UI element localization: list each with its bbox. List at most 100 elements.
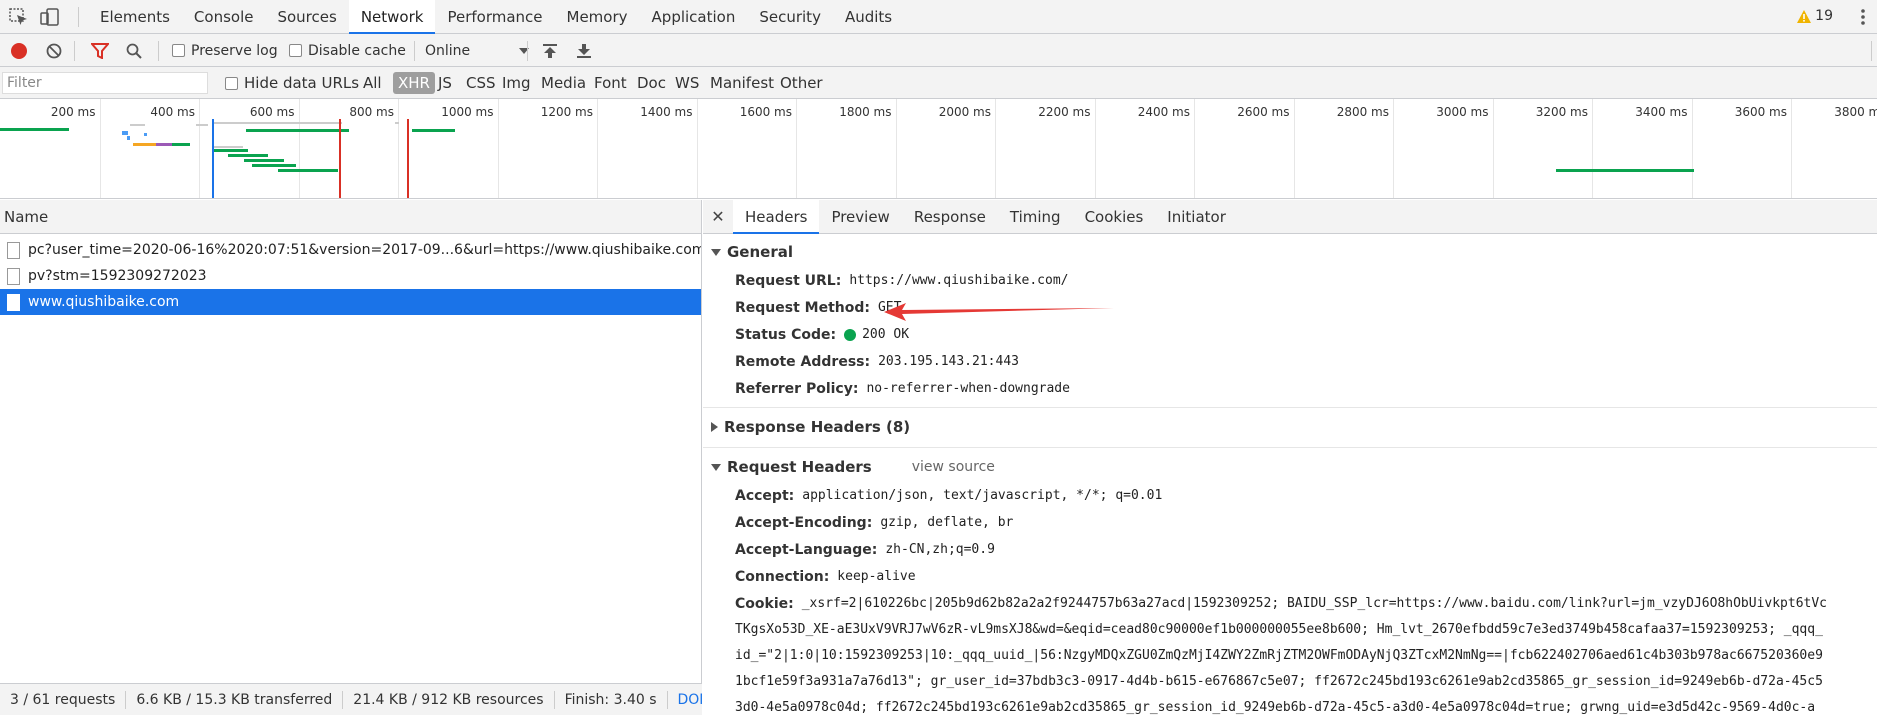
detail-tab-headers[interactable]: Headers (733, 200, 820, 234)
filter-type-manifest[interactable]: Manifest (705, 72, 779, 94)
cookie-line: id_="2|1:0|10:1592309253|10:_qqq_uuid_|5… (735, 648, 1823, 663)
view-source-link[interactable]: view source (912, 459, 995, 475)
detail-tab-preview[interactable]: Preview (819, 200, 901, 234)
finish-time: Finish: 3.40 s (555, 690, 668, 709)
tab-application[interactable]: Application (640, 0, 748, 34)
preserve-log-label: Preserve log (191, 42, 278, 59)
device-toolbar-icon[interactable] (40, 8, 60, 26)
timeline-bar (395, 122, 399, 124)
load-marker (407, 119, 409, 198)
tab-elements[interactable]: Elements (88, 0, 182, 34)
request-name: www.qiushibaike.com (28, 294, 180, 310)
throttling-select[interactable]: Online (425, 34, 530, 67)
warning-icon (1797, 9, 1812, 23)
warning-counter[interactable]: 19 (1797, 8, 1833, 24)
search-button[interactable] (126, 34, 142, 67)
timeline-bar (228, 154, 268, 157)
request-list-panel: Name pc?user_time=2020-06-16%2020:07:51&… (0, 200, 702, 715)
preserve-log-checkbox[interactable]: Preserve log (172, 34, 278, 67)
throttling-value: Online (425, 42, 471, 59)
document-icon (7, 267, 20, 285)
timeline-overview[interactable]: 200 ms 400 ms 600 ms 800 ms 1000 ms 1200 ms 14… (0, 99, 1877, 199)
transferred-size: 6.6 KB / 15.3 KB transferred (126, 690, 344, 709)
tab-console[interactable]: Console (182, 0, 266, 34)
filter-toggle-button[interactable] (91, 34, 109, 67)
timeline-bars (0, 119, 1694, 198)
header-row: Remote Address: 203.195.143.21:443 (703, 348, 1877, 375)
timeline-bar (196, 124, 208, 126)
header-row: Accept: application/json, text/javascript… (703, 482, 1877, 509)
timeline-bar (144, 133, 147, 136)
detail-tab-response[interactable]: Response (902, 200, 998, 234)
request-headers-toggle[interactable]: Request Headers view source (703, 452, 1877, 482)
detail-tab-initiator[interactable]: Initiator (1155, 200, 1238, 234)
filter-type-css[interactable]: CSS (461, 72, 501, 94)
header-row: Status Code: 200 OK (703, 321, 1877, 348)
header-row: Cookie: _xsrf=2|610226bc|205b9d62b82a2a2f… (703, 590, 1877, 617)
tab-network[interactable]: Network (348, 0, 436, 34)
triangle-down-icon (711, 463, 721, 471)
filter-type-img[interactable]: Img (497, 72, 536, 94)
request-row[interactable]: www.qiushibaike.com (0, 289, 701, 315)
filter-type-doc[interactable]: Doc (632, 72, 671, 94)
filter-bar: Hide data URLs All XHRJSCSSImgMediaFontDo… (0, 67, 1877, 99)
request-row[interactable]: pc?user_time=2020-06-16%2020:07:51&versi… (0, 237, 701, 263)
header-value: gzip, deflate, br (880, 515, 1014, 530)
network-toolbar: Preserve log Disable cache Online (0, 34, 1877, 67)
tab-memory[interactable]: Memory (555, 0, 640, 34)
header-value: _xsrf=2|610226bc|205b9d62b82a2a2f9244757… (801, 596, 1828, 611)
domcontentloaded-time: DOMCo (677, 691, 703, 708)
filter-type-font[interactable]: Font (589, 72, 632, 94)
filter-icon (91, 42, 109, 59)
header-row: Accept-Language: zh-CN,zh;q=0.9 (703, 536, 1877, 563)
response-headers-toggle[interactable]: Response Headers (8) (703, 412, 1877, 442)
request-row[interactable]: pv?stm=1592309272023 (0, 263, 701, 289)
detail-tab-timing[interactable]: Timing (998, 200, 1073, 234)
filter-type-js[interactable]: JS (433, 72, 457, 94)
disable-cache-checkbox[interactable]: Disable cache (289, 34, 406, 67)
tab-audits[interactable]: Audits (833, 0, 904, 34)
header-row: Accept-Encoding: gzip, deflate, br (703, 509, 1877, 536)
header-value: zh-CN,zh;q=0.9 (885, 542, 995, 557)
request-list: pc?user_time=2020-06-16%2020:07:51&versi… (0, 234, 701, 315)
checkbox-box (225, 76, 238, 90)
tab-performance[interactable]: Performance (435, 0, 554, 34)
timeline-bar (213, 146, 243, 148)
general-section-toggle[interactable]: General (703, 237, 1877, 267)
timeline-bar (212, 122, 342, 124)
close-icon[interactable]: ✕ (703, 207, 733, 226)
timeline-bar (0, 128, 69, 131)
header-value: keep-alive (837, 569, 916, 584)
hide-data-urls-checkbox[interactable]: Hide data URLs (225, 67, 359, 99)
warning-count: 19 (1815, 8, 1833, 24)
filter-type-ws[interactable]: WS (670, 72, 704, 94)
more-options-icon[interactable] (1859, 7, 1867, 27)
header-row: Request URL: https://www.qiushibaike.com/ (703, 267, 1877, 294)
filter-input[interactable] (2, 72, 208, 94)
header-value: application/json, text/javascript, */*; … (802, 488, 1163, 503)
response-headers-title: Response Headers (8) (724, 418, 911, 436)
detail-tab-cookies[interactable]: Cookies (1073, 200, 1156, 234)
filter-type-other[interactable]: Other (775, 72, 828, 94)
main-tabs: Elements Console Sources Network Performance… (88, 0, 904, 34)
tab-sources[interactable]: Sources (265, 0, 348, 34)
header-name: Accept-Encoding: (735, 514, 873, 531)
tab-security[interactable]: Security (747, 0, 833, 34)
header-value: 203.195.143.21:443 (878, 354, 1019, 369)
filter-type-media[interactable]: Media (536, 72, 591, 94)
filter-type-xhr[interactable]: XHR (393, 72, 435, 94)
clear-button[interactable] (46, 34, 62, 67)
disable-cache-label: Disable cache (308, 42, 406, 59)
import-har-button[interactable] (542, 34, 558, 67)
record-button[interactable] (10, 34, 28, 67)
name-column-header[interactable]: Name (0, 200, 701, 234)
export-har-button[interactable] (576, 34, 592, 67)
filter-type-all[interactable]: All (358, 72, 387, 94)
divider (703, 447, 1877, 448)
inspect-element-icon[interactable] (9, 8, 29, 26)
header-row: Referrer Policy: no-referrer-when-downgra… (703, 375, 1877, 402)
header-name: Accept: (735, 487, 795, 504)
cookie-value-continued: TKgsXo53D_XE-aE3UxV9VRJ7wV6zR-vL9msXJ8&w… (703, 617, 1877, 715)
cookie-line: 1bcf1e59f3a931a7a76d13"; gr_user_id=37bd… (735, 674, 1823, 689)
timeline-bar (133, 143, 158, 146)
